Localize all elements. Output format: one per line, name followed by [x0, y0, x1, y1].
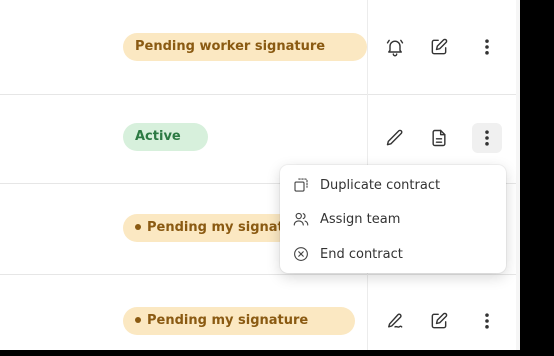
- pencil-icon[interactable]: [380, 123, 410, 153]
- contracts-table: Pending worker signature Active Pending …: [0, 0, 520, 356]
- row-divider: [0, 94, 520, 95]
- document-icon[interactable]: [424, 123, 454, 153]
- status-dot: [135, 316, 141, 323]
- status-label: Pending my signature: [147, 220, 293, 235]
- scrollbar[interactable]: [516, 0, 520, 350]
- circle-x-icon: [294, 247, 308, 261]
- edit-square-icon[interactable]: [424, 306, 454, 336]
- menu-item-duplicate-contract[interactable]: Duplicate contract: [292, 173, 492, 197]
- more-vertical-icon[interactable]: [472, 123, 502, 153]
- status-label: Pending worker signature: [135, 39, 326, 54]
- row-actions-menu: Duplicate contract Assign team End contr…: [280, 165, 506, 273]
- row-divider: [0, 274, 520, 275]
- edit-square-icon[interactable]: [424, 32, 454, 62]
- more-vertical-icon[interactable]: [472, 306, 502, 336]
- status-badge: Pending my signature: [123, 214, 293, 242]
- bottom-edge: [0, 350, 554, 356]
- duplicate-icon: [294, 178, 308, 192]
- status-label: Active: [135, 129, 181, 144]
- menu-item-label: End contract: [320, 246, 403, 262]
- status-badge: Pending worker signature: [123, 33, 367, 61]
- bell-icon[interactable]: [380, 32, 410, 62]
- users-icon: [293, 212, 309, 226]
- menu-item-label: Assign team: [320, 211, 401, 227]
- menu-item-label: Duplicate contract: [320, 177, 441, 193]
- status-badge: Pending my signature: [123, 307, 355, 335]
- status-dot: [135, 223, 141, 230]
- menu-item-assign-team[interactable]: Assign team: [292, 207, 492, 231]
- status-label: Pending my signature: [147, 313, 309, 328]
- signature-icon[interactable]: [380, 306, 410, 336]
- menu-item-end-contract[interactable]: End contract: [292, 242, 492, 266]
- status-badge: Active: [123, 123, 208, 151]
- more-vertical-icon[interactable]: [472, 32, 502, 62]
